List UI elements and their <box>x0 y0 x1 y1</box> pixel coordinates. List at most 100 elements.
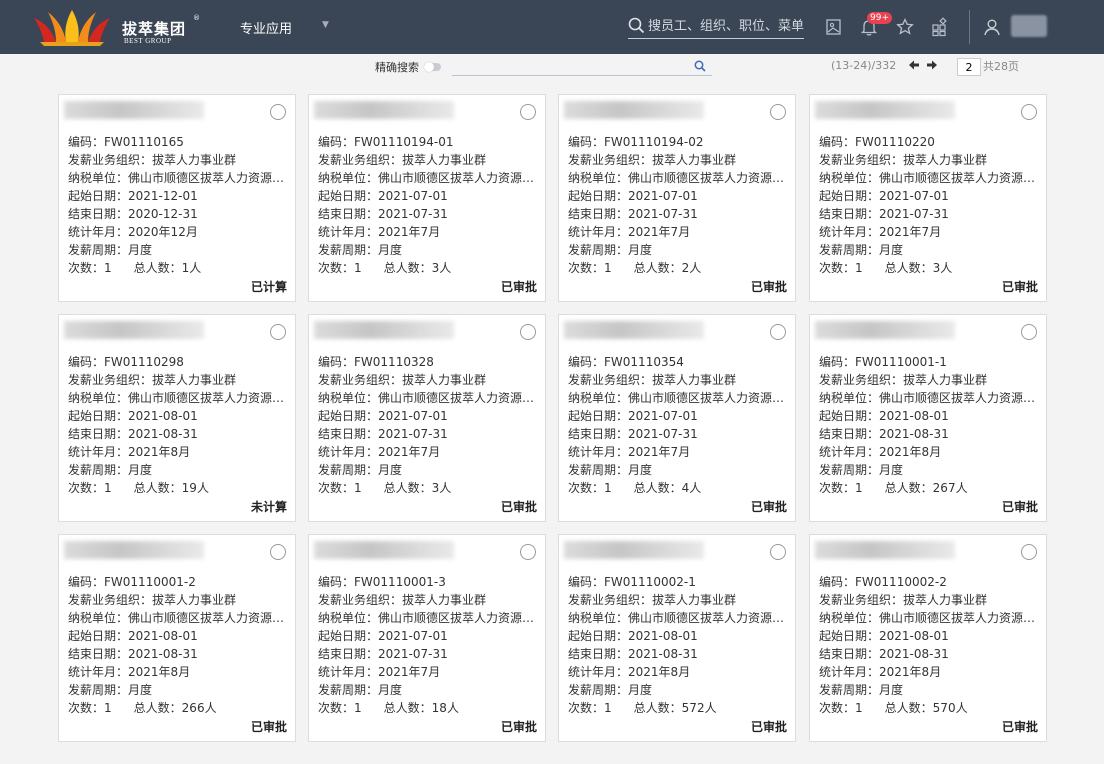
card-title-redacted <box>64 541 204 559</box>
global-search-input[interactable] <box>648 16 804 36</box>
field-value: 拔萃人力事业群 <box>402 593 487 607</box>
status-badge: 已审批 <box>250 720 287 734</box>
field-label: 次数： <box>819 481 856 495</box>
brand-name-en: BEST GROUP <box>124 37 172 45</box>
payroll-card[interactable]: 编码：FW01110194-02 发薪业务组织：拔萃人力事业群 纳税单位：佛山市顺德… <box>558 94 796 302</box>
star-icon[interactable] <box>895 17 915 37</box>
card-select-radio[interactable] <box>1021 324 1037 340</box>
field-label: 总人数： <box>633 481 682 495</box>
field-value: 2021-12-01 <box>128 189 198 203</box>
payroll-card[interactable]: 编码：FW01110220 发薪业务组织：拔萃人力事业群 纳税单位：佛山市顺德区拔萃… <box>809 94 1047 302</box>
payroll-card[interactable]: 编码：FW01110001-1 发薪业务组织：拔萃人力事业群 纳税单位：佛山市顺德区… <box>809 314 1047 522</box>
nav-menu-professional-apps[interactable]: 专业应用 <box>240 18 292 37</box>
field-value: 2021-07-31 <box>378 207 448 221</box>
card-select-radio[interactable] <box>770 104 786 120</box>
card-field-period: 统计年月：2021年7月 <box>819 223 1038 241</box>
card-field-end: 结束日期：2021-08-31 <box>819 645 1038 663</box>
payroll-card[interactable]: 编码：FW01110002-2 发薪业务组织：拔萃人力事业群 纳税单位：佛山市顺德区… <box>809 534 1047 742</box>
card-fields: 编码：FW01110194-02 发薪业务组织：拔萃人力事业群 纳税单位：佛山市顺德… <box>568 133 787 277</box>
card-field-cycle: 发薪周期：月度 <box>568 241 787 259</box>
payroll-card[interactable]: 编码：FW01110298 发薪业务组织：拔萃人力事业群 纳税单位：佛山市顺德区拔萃… <box>58 314 296 522</box>
user-icon[interactable] <box>982 17 1002 37</box>
card-field-end: 结束日期：2021-08-31 <box>68 645 287 663</box>
card-select-radio[interactable] <box>270 544 286 560</box>
exact-search-toggle[interactable] <box>424 62 441 72</box>
field-label: 总人数： <box>133 701 182 715</box>
field-value: 1 <box>604 261 612 275</box>
field-value: 2021-08-01 <box>128 629 198 643</box>
field-label: 发薪周期： <box>68 463 129 477</box>
card-title-redacted <box>314 321 454 339</box>
card-select-radio[interactable] <box>270 324 286 340</box>
field-value: 1 <box>354 481 362 495</box>
card-select-radio[interactable] <box>1021 104 1037 120</box>
field-label: 次数： <box>318 261 355 275</box>
search-icon[interactable] <box>628 17 645 34</box>
card-select-radio[interactable] <box>770 544 786 560</box>
status-badge: 已审批 <box>750 500 787 514</box>
payroll-card[interactable]: 编码：FW01110328 发薪业务组织：拔萃人力事业群 纳税单位：佛山市顺德区拔萃… <box>308 314 546 522</box>
card-select-radio[interactable] <box>520 104 536 120</box>
field-value: 2021-07-01 <box>378 629 448 643</box>
card-fields: 编码：FW01110002-1 发薪业务组织：拔萃人力事业群 纳税单位：佛山市顺德区… <box>568 573 787 717</box>
card-search <box>452 58 712 76</box>
field-label: 发薪周期： <box>568 243 629 257</box>
field-value: 3人 <box>932 261 953 275</box>
card-search-input[interactable] <box>452 58 691 76</box>
card-field-period: 统计年月：2021年7月 <box>568 443 787 461</box>
field-label: 发薪业务组织： <box>568 373 653 387</box>
payroll-card[interactable]: 编码：FW01110001-2 发薪业务组织：拔萃人力事业群 纳税单位：佛山市顺德区… <box>58 534 296 742</box>
field-label: 纳税单位： <box>568 171 629 185</box>
card-field-cycle: 发薪周期：月度 <box>819 241 1038 259</box>
field-value: 18人 <box>431 701 459 715</box>
prev-page-icon[interactable] <box>908 59 920 74</box>
field-label: 统计年月： <box>68 225 129 239</box>
field-label: 发薪业务组织： <box>819 153 904 167</box>
card-field-code: 编码：FW01110194-01 <box>318 133 537 151</box>
field-value: FW01110354 <box>604 355 684 369</box>
search-icon[interactable] <box>694 60 706 72</box>
field-value: 拔萃人力事业群 <box>152 373 237 387</box>
card-field-counts: 次数：1 总人数：3人 <box>318 259 537 277</box>
field-value: 1 <box>855 261 863 275</box>
field-value: 2021-07-31 <box>628 207 698 221</box>
payroll-card[interactable]: 编码：FW01110165 发薪业务组织：拔萃人力事业群 纳税单位：佛山市顺德区拔萃… <box>58 94 296 302</box>
user-name-redacted[interactable] <box>1011 15 1047 37</box>
field-value: FW01110001-1 <box>855 355 947 369</box>
exact-search-label: 精确搜索 <box>375 61 419 74</box>
card-select-radio[interactable] <box>1021 544 1037 560</box>
card-field-period: 统计年月：2021年8月 <box>68 663 287 681</box>
card-field-code: 编码：FW01110165 <box>68 133 287 151</box>
field-label: 次数： <box>68 701 105 715</box>
field-label: 纳税单位： <box>318 611 379 625</box>
card-field-tax: 纳税单位：佛山市顺德区拔萃人力资源有... <box>318 389 537 407</box>
card-field-tax: 纳税单位：佛山市顺德区拔萃人力资源有... <box>68 609 287 627</box>
field-value: 佛山市顺德区拔萃人力资源有... <box>879 391 1038 405</box>
field-value: FW01110194-01 <box>354 135 454 149</box>
card-field-start: 起始日期：2021-08-01 <box>568 627 787 645</box>
card-select-radio[interactable] <box>270 104 286 120</box>
payroll-card[interactable]: 编码：FW01110001-3 发薪业务组织：拔萃人力事业群 纳税单位：佛山市顺德区… <box>308 534 546 742</box>
field-label: 次数： <box>568 701 605 715</box>
field-label: 发薪周期： <box>318 243 379 257</box>
card-field-org: 发薪业务组织：拔萃人力事业群 <box>819 371 1038 389</box>
field-label: 起始日期： <box>318 629 379 643</box>
next-page-icon[interactable] <box>926 59 938 74</box>
card-select-radio[interactable] <box>520 324 536 340</box>
field-label: 发薪业务组织： <box>68 373 153 387</box>
card-select-radio[interactable] <box>770 324 786 340</box>
field-label: 结束日期： <box>318 647 379 661</box>
payroll-card[interactable]: 编码：FW01110194-01 发薪业务组织：拔萃人力事业群 纳税单位：佛山市顺德… <box>308 94 546 302</box>
payroll-card[interactable]: 编码：FW01110354 发薪业务组织：拔萃人力事业群 纳税单位：佛山市顺德区拔萃… <box>558 314 796 522</box>
field-value: 2021-08-31 <box>879 647 949 661</box>
chevron-down-icon[interactable]: ▼ <box>322 20 329 30</box>
apps-grid-icon[interactable] <box>930 17 950 37</box>
field-label: 统计年月： <box>568 225 629 239</box>
page-number-input[interactable] <box>957 58 981 76</box>
field-label: 总人数： <box>633 701 682 715</box>
brand-logo[interactable]: 拔萃集团 BEST GROUP ® <box>30 8 200 48</box>
payroll-card[interactable]: 编码：FW01110002-1 发薪业务组织：拔萃人力事业群 纳税单位：佛山市顺德区… <box>558 534 796 742</box>
card-select-radio[interactable] <box>520 544 536 560</box>
image-icon[interactable] <box>824 17 844 37</box>
field-value: 2021-08-01 <box>628 629 698 643</box>
